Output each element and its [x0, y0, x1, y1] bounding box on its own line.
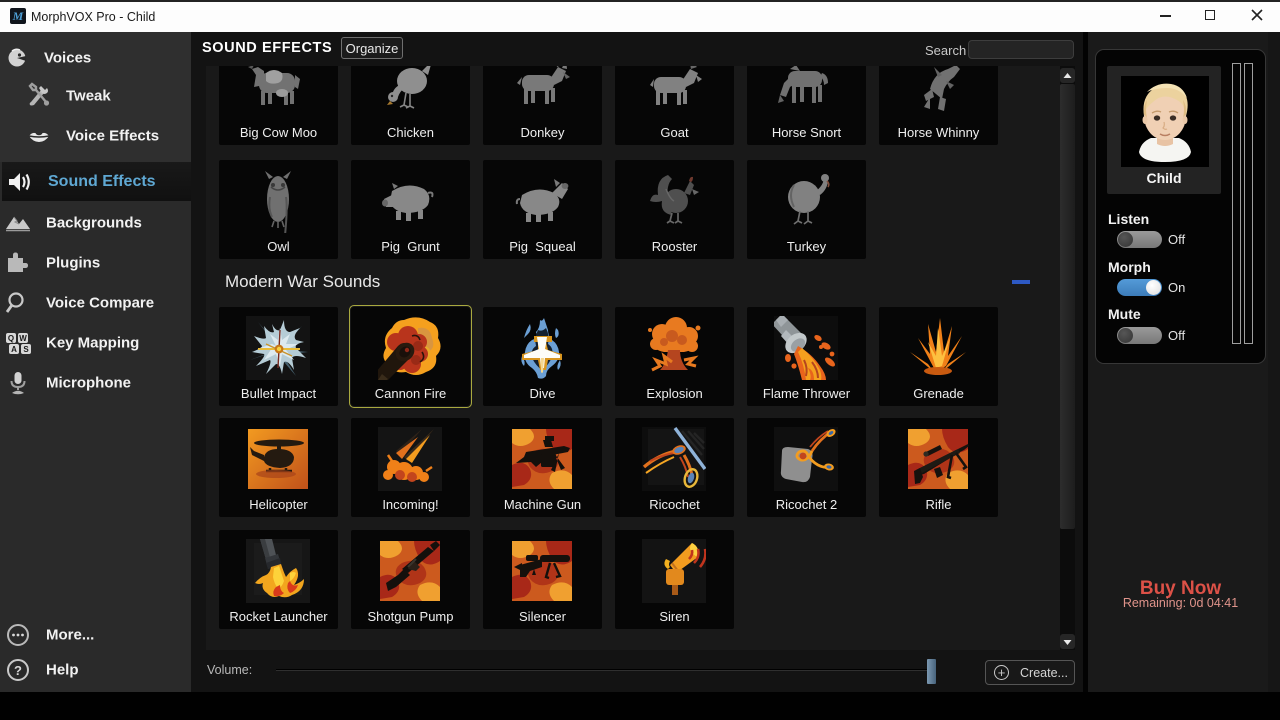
svg-text:S: S — [23, 345, 29, 354]
svg-text:A: A — [11, 345, 17, 354]
svg-text:?: ? — [14, 663, 22, 678]
svg-text:W: W — [19, 334, 27, 343]
svg-text:Q: Q — [8, 334, 14, 343]
